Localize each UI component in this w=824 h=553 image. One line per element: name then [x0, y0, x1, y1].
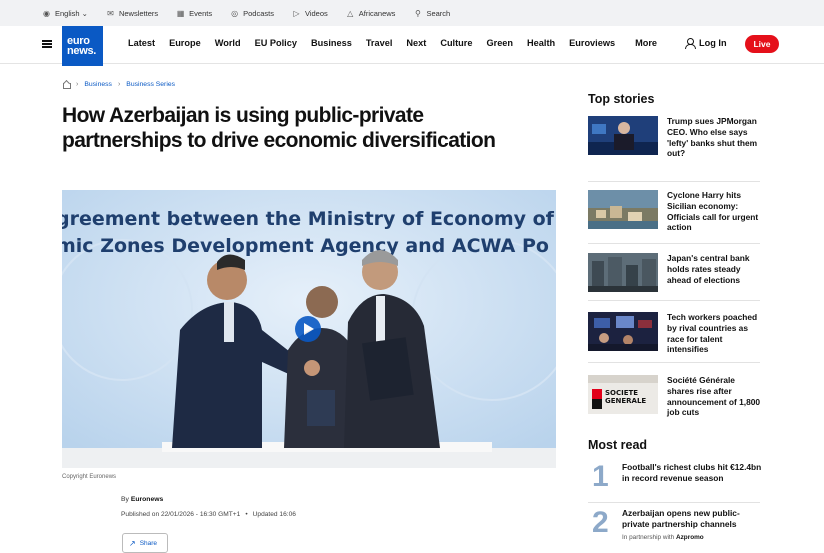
nav-more[interactable]: More — [635, 38, 657, 48]
logo-line2: news. — [67, 45, 97, 57]
story-title[interactable]: Tech workers poached by rival countries … — [667, 312, 763, 355]
hero-banner-line2: mic Zones Development Agency and ACWA Po — [62, 235, 549, 257]
nav-world[interactable]: World — [215, 38, 241, 48]
nav-links: Latest Europe World EU Policy Business T… — [128, 38, 671, 48]
breadcrumb-business[interactable]: Business — [84, 81, 112, 88]
nav-latest[interactable]: Latest — [128, 38, 155, 48]
breadcrumb-business-series[interactable]: Business Series — [126, 81, 175, 88]
divider — [588, 362, 760, 363]
share-label: Share — [139, 539, 158, 547]
image-caption: Copyright Euronews — [62, 474, 117, 480]
nav-health[interactable]: Health — [527, 38, 555, 48]
videos-label: Videos — [304, 8, 328, 18]
top-story-item[interactable]: Cyclone Harry hits Sicilian economy: Off… — [588, 190, 763, 238]
globe-icon: ◉ — [43, 8, 50, 18]
chevron-right-icon: › — [76, 80, 79, 88]
story-thumbnail[interactable] — [588, 312, 658, 351]
story-title[interactable]: Trump sues JPMorgan CEO. Who else says '… — [667, 116, 763, 159]
share-icon: ↗ — [129, 538, 136, 548]
divider — [588, 502, 760, 503]
nav-euroviews[interactable]: Euroviews — [569, 38, 615, 48]
sponsor-prefix: In partnership with — [622, 534, 675, 541]
euronews-logo[interactable]: euro news. — [62, 26, 103, 66]
top-story-item[interactable]: Japan's central bank holds rates steady … — [588, 253, 763, 293]
user-icon — [684, 38, 696, 49]
most-read-item[interactable]: 1 Football's richest clubs hit €12.4bn i… — [588, 462, 763, 500]
top-story-item[interactable]: Trump sues JPMorgan CEO. Who else says '… — [588, 116, 763, 166]
menu-icon[interactable] — [42, 40, 52, 48]
most-read-title-2[interactable]: Azerbaijan opens new public-private part… — [622, 508, 762, 530]
divider — [588, 181, 760, 182]
story-thumbnail[interactable] — [588, 116, 658, 155]
breadcrumb: › Business › Business Series — [62, 80, 175, 89]
chevron-right-icon: › — [117, 80, 121, 88]
play-icon — [304, 323, 314, 335]
article-headline: How Azerbaijan is using public-private p… — [62, 104, 496, 152]
login-label: Log In — [699, 38, 727, 48]
nav-travel[interactable]: Travel — [366, 38, 393, 48]
hero-banner-line1: greement between the Ministry of Economy… — [62, 208, 555, 230]
hero-video[interactable]: greement between the Ministry of Economy… — [62, 190, 556, 468]
nav-eu-policy[interactable]: EU Policy — [255, 38, 297, 48]
most-read-title-1[interactable]: Football's richest clubs hit €12.4bn in … — [622, 462, 762, 484]
sg-sign-line2: GENERALE — [605, 397, 647, 405]
search-label: Search — [426, 8, 451, 18]
search-link[interactable]: ⚲ Search — [413, 9, 450, 18]
videos-link[interactable]: ▷ Videos — [292, 8, 328, 18]
play-button[interactable] — [295, 316, 321, 342]
nav-next[interactable]: Next — [406, 38, 426, 48]
live-button[interactable]: Live — [745, 35, 779, 53]
main-navbar: euro news. Latest Europe World EU Policy… — [0, 26, 824, 66]
most-read-title: Most read — [588, 438, 648, 452]
top-story-item[interactable]: Tech workers poached by rival countries … — [588, 312, 763, 358]
updated-time: Updated 16:06 — [252, 511, 296, 518]
sg-sign-line1: SOCIETE — [605, 389, 639, 397]
mic-icon: ◎ — [231, 8, 239, 18]
nav-business[interactable]: Business — [311, 38, 352, 48]
nav-green[interactable]: Green — [486, 38, 513, 48]
story-title[interactable]: Société Générale shares rise after annou… — [667, 375, 763, 418]
utility-bar: ◉ English ⌄ ✉ Newsletters ▦ Events ◎ Pod… — [0, 0, 824, 26]
bullet-separator: • — [245, 511, 248, 518]
top-story-item[interactable]: SOCIETE GENERALE Société Générale shares… — [588, 375, 763, 421]
mail-icon: ✉ — [107, 8, 114, 18]
published-date: Published on 22/01/2026 - 16:30 GMT+1 — [121, 511, 241, 518]
newsletters-link[interactable]: ✉ Newsletters — [106, 9, 158, 18]
divider — [588, 243, 760, 244]
top-stories-title: Top stories — [588, 92, 655, 106]
language-selector[interactable]: ◉ English ⌄ — [42, 9, 88, 18]
most-read-item[interactable]: 2 Azerbaijan opens new public-private pa… — [588, 508, 763, 550]
story-thumbnail[interactable] — [588, 253, 658, 292]
story-thumbnail[interactable]: SOCIETE GENERALE — [588, 375, 658, 414]
byline: By Euronews — [121, 496, 163, 503]
story-title[interactable]: Japan's central bank holds rates steady … — [667, 253, 763, 285]
africanews-icon: △ — [347, 8, 354, 18]
calendar-icon: ▦ — [176, 8, 185, 18]
nav-culture[interactable]: Culture — [440, 38, 472, 48]
story-thumbnail[interactable] — [588, 190, 658, 229]
africanews-link[interactable]: △ Africanews — [346, 8, 396, 18]
publish-info: Published on 22/01/2026 - 16:30 GMT+1 • … — [121, 511, 296, 518]
rank-number: 1 — [592, 460, 609, 493]
language-label: English ⌄ — [55, 8, 88, 18]
events-label: Events — [189, 8, 213, 18]
rank-number: 2 — [592, 506, 609, 539]
podcasts-link[interactable]: ◎ Podcasts — [230, 9, 274, 18]
africanews-label: Africanews — [358, 8, 396, 18]
sponsor-line: In partnership with Azpromo — [622, 534, 704, 541]
podcasts-label: Podcasts — [243, 8, 274, 18]
share-button[interactable]: ↗ Share — [122, 533, 168, 553]
home-icon[interactable] — [62, 80, 71, 89]
newsletters-label: Newsletters — [118, 8, 159, 18]
story-title[interactable]: Cyclone Harry hits Sicilian economy: Off… — [667, 190, 763, 233]
byline-prefix: By — [121, 496, 129, 503]
divider — [588, 300, 760, 301]
login-button[interactable]: Log In — [684, 38, 727, 49]
search-icon: ⚲ — [415, 8, 421, 18]
nav-europe[interactable]: Europe — [169, 38, 201, 48]
sponsor-name: Azpromo — [676, 534, 704, 541]
events-link[interactable]: ▦ Events — [176, 9, 212, 18]
byline-author[interactable]: Euronews — [131, 496, 163, 503]
play-icon: ▷ — [293, 8, 300, 18]
